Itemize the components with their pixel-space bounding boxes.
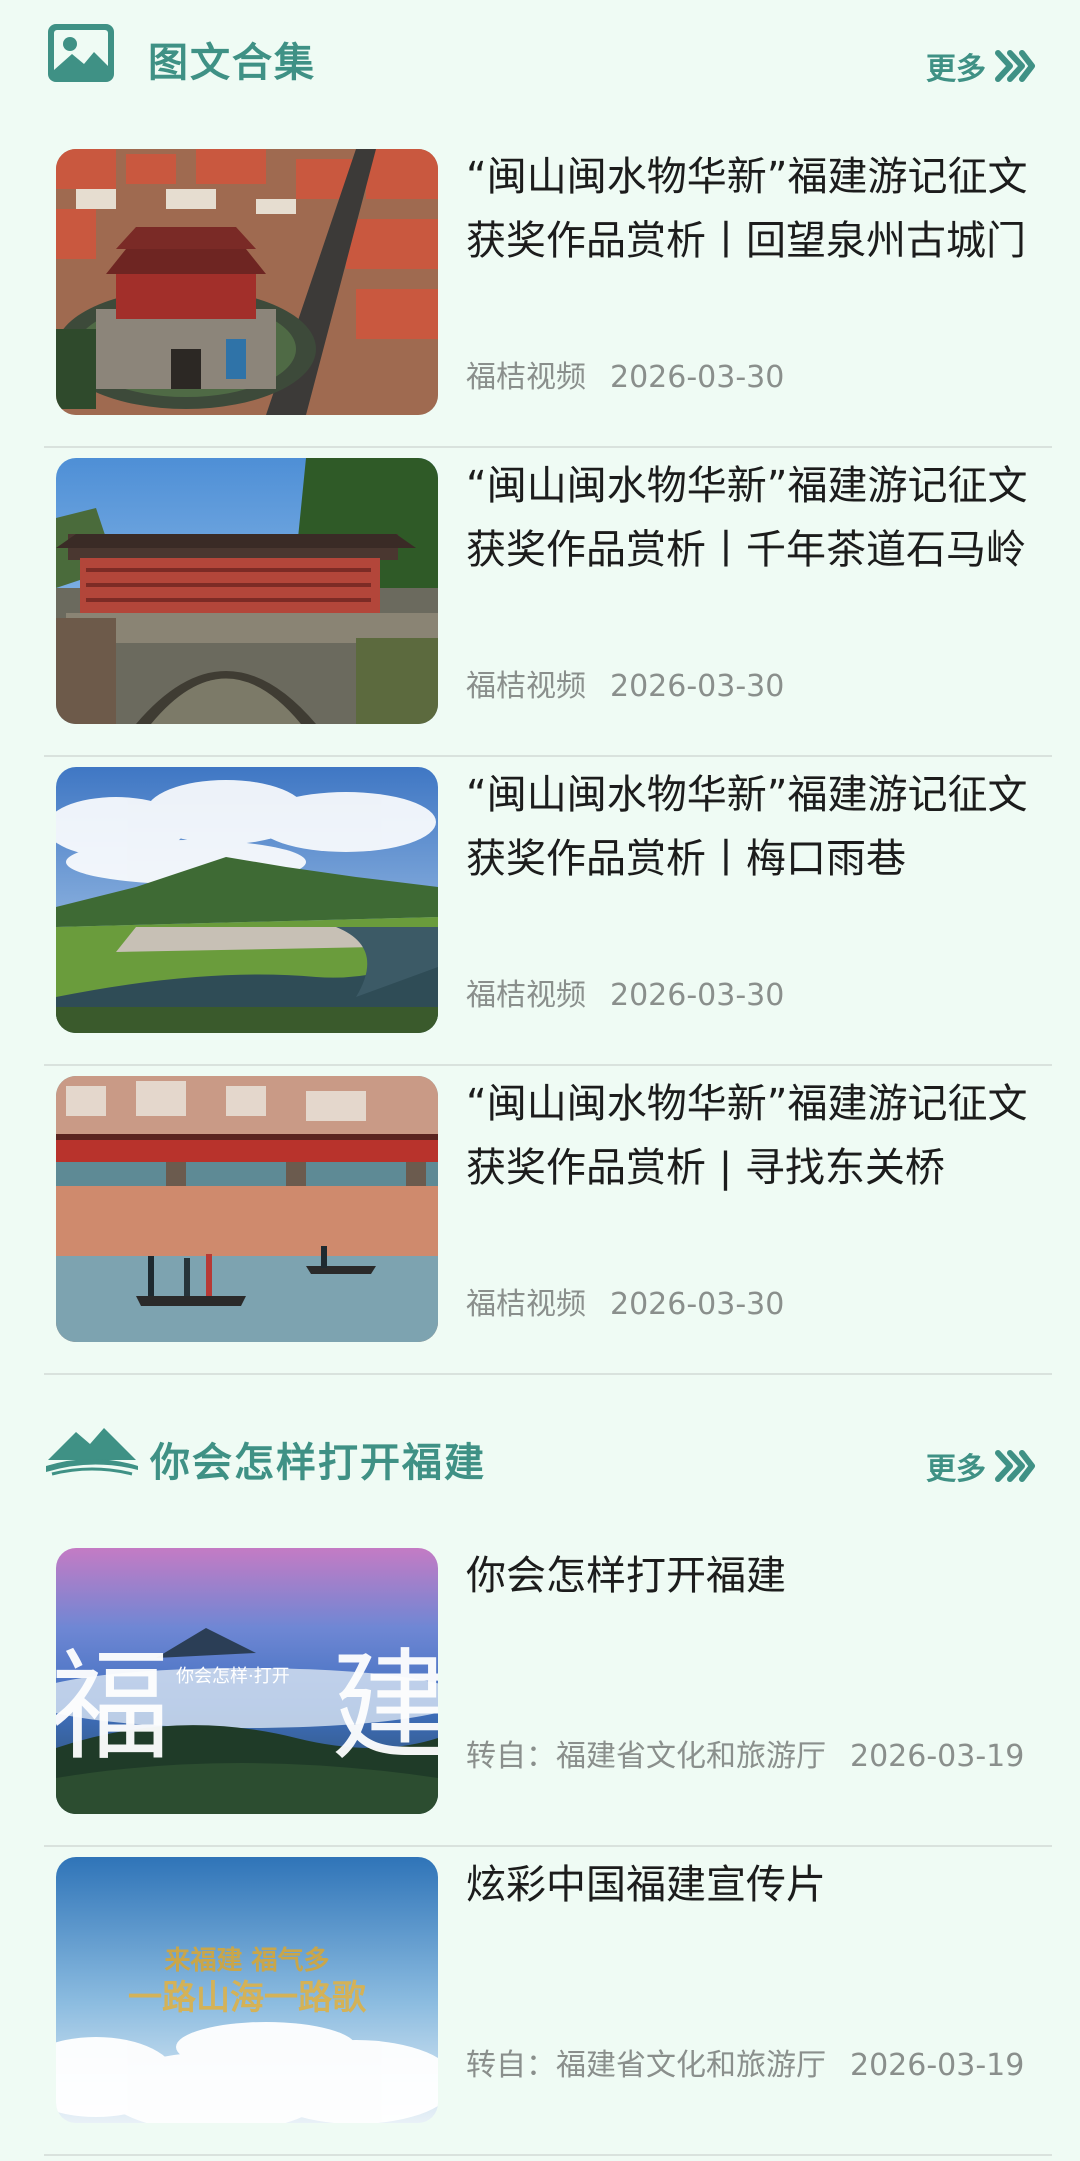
thumbnail-image [56,149,438,415]
thumbnail-image: 来福建 福气多 一路山海一路歌 [56,1857,438,2123]
more-button[interactable]: 更多 [926,44,1036,88]
double-chevron-right-icon [995,50,1035,82]
more-button[interactable]: 更多 [926,1444,1036,1488]
video-title: 炫彩中国福建宣传片 [466,1862,826,1908]
list-item[interactable]: “闽山闽水物华新”福建游记征文获奖作品赏析丨回望泉州古城门 福桔视频 2026-0… [44,139,1052,448]
list-item[interactable]: 来福建 福气多 一路山海一路歌 炫彩中国福建宣传片 转自：福建省文化和旅游厅 20… [44,1847,1052,2156]
mountain-icon [46,1422,138,1478]
section-title: 图文合集 [148,40,316,86]
article-date: 2026-03-30 [610,669,785,704]
thumb-caption-top: 来福建 福气多 [164,1945,329,1976]
thumb-glyph-right: 建 [331,1638,438,1777]
thumb-caption: 你会怎样·打开 [176,1666,290,1687]
list-item[interactable]: “闽山闽水物华新”福建游记征文获奖作品赏析丨梅口雨巷 福桔视频 2026-03-3… [44,757,1052,1066]
list-item[interactable]: 福 建 你会怎样·打开 你会怎样打开福建 转自：福建省文化和旅游厅 2026-03… [44,1538,1052,1847]
article-title: “闽山闽水物华新”福建游记征文获奖作品赏析 | 寻找东关桥 [466,1081,1028,1191]
article-source: 福桔视频 [466,1287,586,1322]
more-label: 更多 [926,52,986,87]
section-header: 你会怎样打开福建 更多 [0,1400,1080,1500]
article-date: 2026-03-30 [610,1287,785,1322]
video-date: 2026-03-19 [850,1739,1025,1774]
double-chevron-right-icon [995,1450,1035,1482]
article-meta: 福桔视频 2026-03-30 [466,1282,1046,1328]
article-meta: 福桔视频 2026-03-30 [466,664,1046,710]
thumbnail-image [56,1076,438,1342]
article-source: 福桔视频 [466,978,586,1013]
video-date: 2026-03-19 [850,2048,1025,2083]
thumb-caption-bottom: 一路山海一路歌 [128,1978,367,2018]
article-meta: 福桔视频 2026-03-30 [466,973,1046,1019]
list-item[interactable]: “闽山闽水物华新”福建游记征文获奖作品赏析 | 寻找东关桥 福桔视频 2026-0… [44,1066,1052,1375]
divider [44,1373,1052,1375]
article-source: 福桔视频 [466,360,586,395]
list-item[interactable]: “闽山闽水物华新”福建游记征文获奖作品赏析丨千年茶道石马岭 福桔视频 2026-0… [44,448,1052,757]
article-date: 2026-03-30 [610,360,785,395]
section-open-fujian: 你会怎样打开福建 更多 福 建 你会怎样·打开 你会怎样打开福建 转自：福建省文… [0,1400,1080,2161]
thumbnail-image [56,458,438,724]
image-gallery-icon [46,22,116,84]
article-meta: 福桔视频 2026-03-30 [466,355,1046,401]
section-header: 图文合集 更多 [0,0,1080,100]
article-source: 福桔视频 [466,669,586,704]
article-title: “闽山闽水物华新”福建游记征文获奖作品赏析丨回望泉州古城门 [466,154,1028,264]
thumbnail-image: 福 建 你会怎样·打开 [56,1548,438,1814]
section-image-collection: 图文合集 更多 “闽山闽水物华新”福建游记征文获奖作品赏析丨回望泉州古城门 福桔… [0,0,1080,1375]
thumb-glyph-left: 福 [56,1638,170,1777]
video-meta: 转自：福建省文化和旅游厅 2026-03-19 [466,2043,1046,2089]
section-title: 你会怎样打开福建 [150,1440,486,1486]
article-title: “闽山闽水物华新”福建游记征文获奖作品赏析丨千年茶道石马岭 [466,463,1028,573]
article-date: 2026-03-30 [610,978,785,1013]
video-title: 你会怎样打开福建 [466,1553,786,1599]
video-meta: 转自：福建省文化和旅游厅 2026-03-19 [466,1734,1046,1780]
article-title: “闽山闽水物华新”福建游记征文获奖作品赏析丨梅口雨巷 [466,772,1028,882]
video-source: 转自：福建省文化和旅游厅 [466,2048,826,2083]
more-label: 更多 [926,1452,986,1487]
divider [44,2154,1052,2156]
video-source: 转自：福建省文化和旅游厅 [466,1739,826,1774]
thumbnail-image [56,767,438,1033]
